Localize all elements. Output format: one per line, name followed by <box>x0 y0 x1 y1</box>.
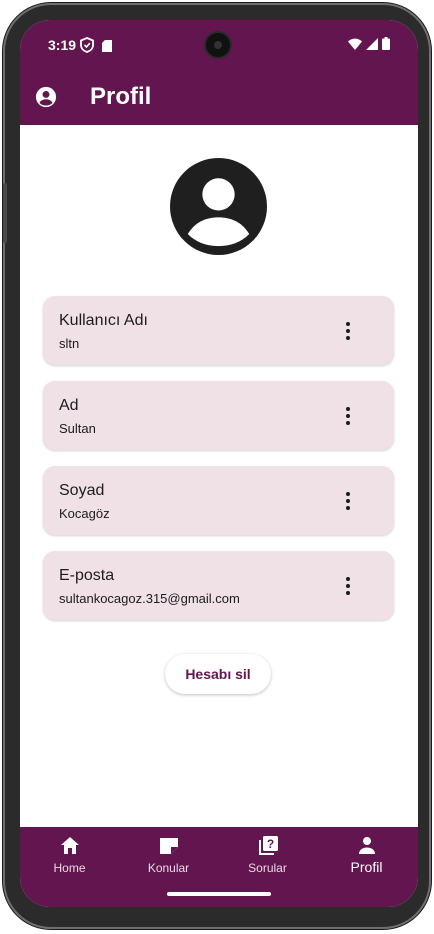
nav-item-home[interactable]: Home <box>20 827 119 907</box>
field-value: Sultan <box>59 421 96 436</box>
field-label: Kullanıcı Adı <box>59 312 148 329</box>
field-value: Kocagöz <box>59 506 110 521</box>
sd-card-icon <box>102 39 112 57</box>
more-vert-icon[interactable] <box>338 577 358 597</box>
status-icons <box>348 37 390 55</box>
status-bar: 3:19 <box>20 20 418 72</box>
shield-icon <box>80 37 94 58</box>
gesture-handle[interactable] <box>167 892 271 896</box>
profile-field-email: E-posta sultankocagoz.315@gmail.com <box>43 551 394 620</box>
svg-text:?: ? <box>267 837 274 851</box>
nav-label: Profil <box>350 859 383 875</box>
bottom-navigation: Home Konular ? Sorular Profil <box>20 827 418 907</box>
label-icon <box>157 835 181 857</box>
nav-label: Konular <box>147 861 190 875</box>
battery-icon <box>382 37 390 55</box>
person-icon <box>355 835 379 857</box>
nav-label: Sorular <box>248 861 287 875</box>
status-time: 3:19 <box>48 37 77 53</box>
volume-button <box>3 183 7 243</box>
signal-icon <box>366 37 378 55</box>
field-value: sultankocagoz.315@gmail.com <box>59 591 240 606</box>
device-frame: 3:19 Profil Kullanıcı Adı sltn Ad Sultan… <box>3 3 431 929</box>
app-screen: 3:19 Profil Kullanıcı Adı sltn Ad Sultan… <box>20 20 418 907</box>
more-vert-icon[interactable] <box>338 407 358 427</box>
nav-label: Home <box>53 861 86 875</box>
wifi-icon <box>348 37 362 55</box>
home-icon <box>58 835 82 857</box>
profile-field-username: Kullanıcı Adı sltn <box>43 296 394 365</box>
quiz-icon: ? <box>256 835 280 857</box>
camera-cutout <box>206 33 230 57</box>
field-value: sltn <box>59 336 80 351</box>
more-vert-icon[interactable] <box>338 492 358 512</box>
avatar <box>170 158 267 260</box>
account-circle-icon[interactable] <box>35 86 57 113</box>
field-label: E-posta <box>59 567 115 584</box>
profile-field-first-name: Ad Sultan <box>43 381 394 450</box>
delete-account-button[interactable]: Hesabı sil <box>165 654 271 694</box>
account-circle-icon <box>170 158 267 255</box>
profile-field-last-name: Soyad Kocagöz <box>43 466 394 535</box>
field-label: Ad <box>59 397 79 414</box>
more-vert-icon[interactable] <box>338 322 358 342</box>
page-title: Profil <box>90 83 152 110</box>
nav-item-profil[interactable]: Profil <box>317 827 416 907</box>
field-label: Soyad <box>59 482 105 499</box>
top-app-bar: 3:19 Profil <box>20 20 418 125</box>
